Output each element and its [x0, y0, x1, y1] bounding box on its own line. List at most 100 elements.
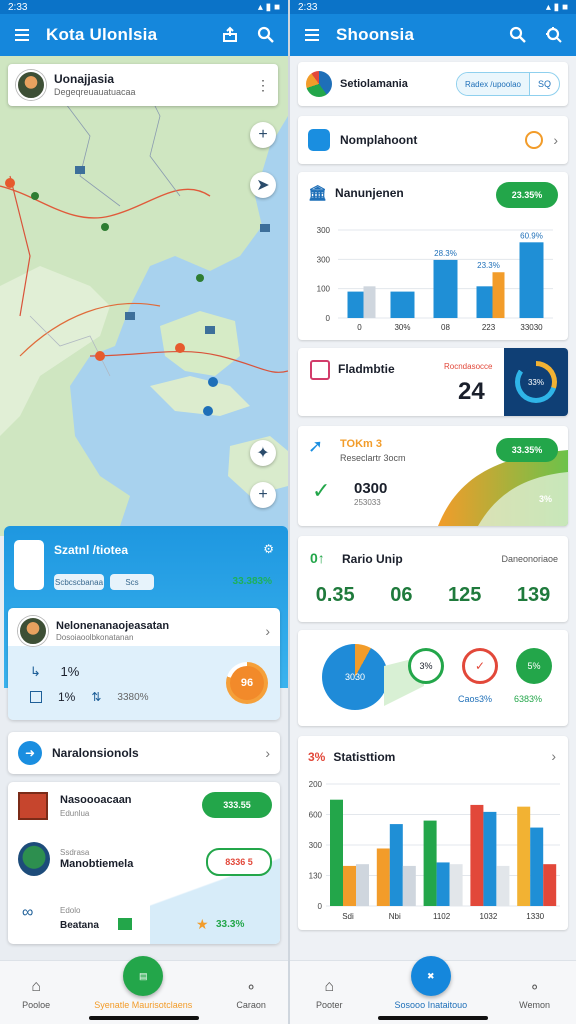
search-icon[interactable] — [254, 23, 278, 47]
stat-2: 1% — [58, 690, 76, 704]
people-icon: ✖ — [410, 956, 451, 996]
summary-chip-1[interactable]: Radex /upoolao — [456, 73, 529, 95]
list-card[interactable]: ➜ Naralonsionols › — [8, 732, 280, 774]
row3-percent: 33.3% — [216, 919, 245, 930]
trend-small-pct: 3% — [538, 494, 552, 504]
map-view[interactable]: + ➤ ✦ + — [0, 56, 288, 536]
x-tick-label: 1330 — [526, 912, 544, 921]
home-indicator — [378, 1016, 488, 1020]
row2-badge[interactable]: 8336 5 — [206, 848, 272, 876]
data-label: 28.3% — [434, 249, 457, 258]
progress-donut: 96 — [226, 662, 268, 704]
chevron-right-icon[interactable]: › — [265, 745, 270, 761]
profile-icon: ⚬ — [528, 979, 541, 995]
book-icon: ▤ — [123, 956, 164, 996]
nav-home-label: Pooter — [316, 1000, 343, 1010]
row1-badge[interactable]: 333.55 — [202, 792, 272, 818]
trend-card[interactable]: ➚ TOKm 3 Reseclartr 3ocm ✓ 0300 253033 3… — [298, 426, 568, 526]
red-ring-chart: ✓ — [462, 648, 498, 684]
score-value: 24 — [458, 378, 485, 405]
x-tick-label: 0 — [357, 323, 362, 332]
bar — [496, 865, 510, 906]
y-tick-label: 300 — [317, 226, 331, 235]
metric-4: 139 — [516, 584, 551, 606]
nav-profile[interactable]: ⚬ Caraon — [236, 979, 266, 1010]
nav-center-label: Syenatle Maurisotclaens — [94, 1000, 193, 1010]
bar — [433, 259, 458, 318]
chevron-right-icon[interactable]: › — [553, 132, 558, 148]
menu-icon[interactable] — [300, 23, 324, 47]
trend-value: 0300 — [354, 480, 388, 497]
metrics-card[interactable]: 0↑ Rario Unip Daneonoriaoe 0.35 06 125 1… — [298, 536, 568, 622]
pie-chart: 3030 — [322, 644, 388, 710]
locate-icon[interactable]: ➤ — [250, 172, 276, 198]
donut-value: 96 — [230, 666, 264, 700]
search-icon[interactable] — [506, 23, 530, 47]
metrics-row: 0.35 06 125 139 — [298, 584, 568, 607]
nav-profile[interactable]: ⚬ Wemon — [519, 979, 550, 1010]
ring-label: 3% — [419, 661, 433, 671]
bar — [363, 286, 376, 318]
project-card[interactable]: Nelonenanaojeasatan Dosoiaoolbkonatanan … — [8, 608, 280, 720]
chevron-right-icon[interactable]: › — [265, 623, 270, 639]
zoom-out-icon[interactable]: + — [250, 482, 276, 508]
chat-icon — [308, 129, 330, 151]
gear-icon[interactable]: ⚙ — [263, 542, 274, 556]
notice-card[interactable]: Nomplahoont › — [298, 116, 568, 164]
y-tick-label: 200 — [309, 780, 323, 789]
metric-1: 0.35 — [315, 584, 355, 606]
panel-chip-2[interactable]: Scs — [110, 574, 154, 590]
panel-chip-1[interactable]: Scbcscbanaa — [54, 574, 104, 590]
bar — [530, 827, 544, 906]
metrics-subtitle: Daneonoriaoe — [501, 554, 558, 564]
filter-icon[interactable] — [542, 23, 566, 47]
metric-3: 125 — [447, 584, 482, 606]
more-icon[interactable]: ⋮ — [256, 77, 270, 94]
metric-2: 06 — [390, 584, 413, 606]
app-title: Kota Ulonlsia — [46, 25, 158, 44]
y-tick-label: 300 — [309, 841, 323, 850]
y-tick-label: 300 — [317, 255, 331, 264]
summary-chip-2[interactable]: SQ — [528, 73, 559, 95]
nav-center-label: Sosooo Inataitouo — [394, 1000, 468, 1010]
chevron-right-icon[interactable]: › — [551, 748, 556, 764]
pie-label: 3030 — [344, 672, 366, 682]
x-tick-label: 30% — [394, 323, 410, 332]
bar-chart-card: 🏛 Nanunjenen 23.35% 0 100 300 300 0 30% 08 223 3… — [298, 172, 568, 340]
location-title: Uonajjasia — [54, 71, 115, 86]
row3-top: Edolo — [60, 906, 81, 915]
compass-icon[interactable]: ✦ — [250, 440, 276, 466]
menu-icon[interactable] — [10, 23, 34, 47]
nav-center[interactable]: ▤ Syenatle Maurisotclaens — [94, 956, 193, 1010]
nav-home[interactable]: ⌂ Pooter — [316, 978, 343, 1010]
nav-home[interactable]: ⌂ Pooloe — [22, 978, 50, 1010]
right-screen: 2:33 ▴ ▮ ■ Shoonsia Setiolamania Radex /… — [290, 0, 576, 1024]
trend-badge[interactable]: 33.35% — [496, 438, 558, 462]
score-card[interactable]: Fladmbtie Rocndasocce 24 33% — [298, 348, 568, 416]
nav-profile-label: Wemon — [519, 1000, 550, 1010]
bar-card-badge[interactable]: 23.35% — [496, 182, 558, 208]
stat-1: 1% — [60, 664, 80, 679]
y-tick-label: 0 — [326, 314, 331, 323]
bar — [356, 864, 369, 906]
nav-home-label: Pooloe — [22, 1000, 51, 1010]
badge-icon — [310, 360, 330, 380]
home-icon: ⌂ — [324, 978, 335, 995]
bar — [423, 820, 437, 906]
summary-card[interactable]: Setiolamania Radex /upoolao SQ — [298, 62, 568, 106]
data-label: 23.3% — [477, 261, 500, 270]
share-icon[interactable] — [218, 23, 242, 47]
zoom-in-icon[interactable]: + — [250, 122, 276, 148]
red-ring-label: Caos3% — [458, 694, 493, 704]
profile-icon: ⚬ — [245, 979, 258, 995]
flag-icon — [118, 918, 132, 930]
row2-subtitle: Ssdrasa — [60, 848, 90, 857]
location-card[interactable]: Uonajjasia Degeqreuauatuacaa ⋮ — [8, 64, 278, 106]
avatar — [16, 70, 46, 100]
x-tick-label: 33030 — [520, 323, 543, 332]
trend-title: TOKm 3 — [340, 438, 382, 450]
row1-title: Nasoooacaan — [60, 794, 132, 806]
list-card-title: Naralonsionols — [52, 746, 139, 760]
status-bar: 2:33 ▴ ▮ ■ — [290, 0, 576, 14]
nav-center[interactable]: ✖ Sosooo Inataitouo — [394, 956, 468, 1010]
